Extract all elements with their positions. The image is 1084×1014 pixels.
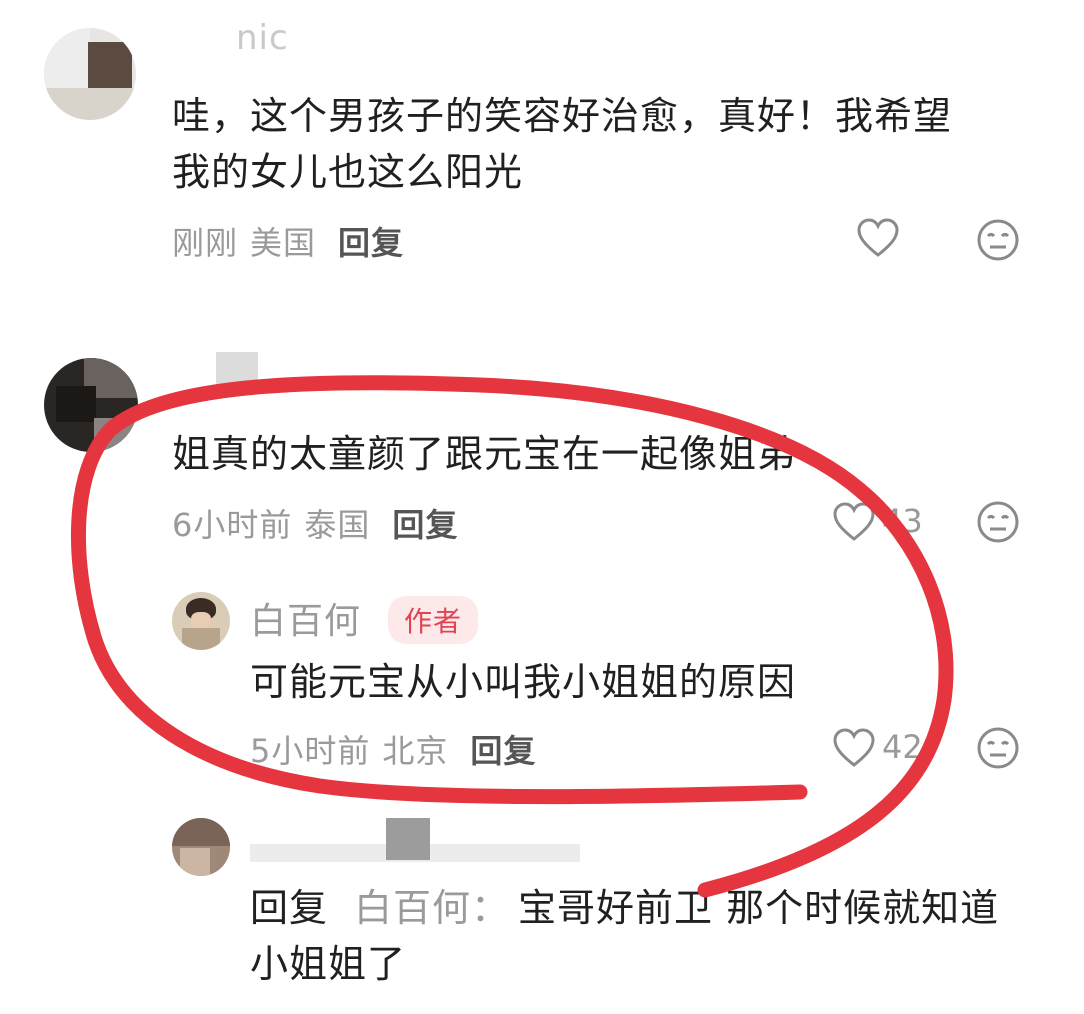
sub-reply-text: 回复 白百何： 宝哥好前卫 那个时候就知道 小姐姐了 [250, 880, 1050, 992]
username-mosaic [386, 818, 430, 860]
avatar[interactable] [172, 818, 230, 876]
reply-text: 可能元宝从小叫我小姐姐的原因 [250, 660, 797, 704]
reply-button[interactable]: 回复 [392, 506, 458, 544]
avatar[interactable] [44, 28, 136, 120]
comment-text: 姐真的太童颜了跟元宝在一起像姐弟 [172, 432, 797, 476]
comment-text-line: 小姐姐了 [250, 942, 407, 986]
comment-text-line: 我的女儿也这么阳光 [172, 150, 524, 194]
comment-meta: 6小时前 泰国 回复 [172, 500, 458, 546]
username[interactable]: nic [236, 18, 289, 58]
comment-text-line: 哇，这个男孩子的笑容好治愈，真好！我希望 [172, 94, 953, 138]
author-badge: 作者 [388, 596, 479, 644]
reply-target[interactable]: 白百何： [354, 886, 510, 930]
like-count: 42 [882, 728, 923, 766]
neutral-face-icon[interactable] [976, 500, 1020, 544]
avatar[interactable] [44, 358, 138, 452]
reply-meta: 5小时前 北京 回复 [250, 726, 536, 772]
author-name[interactable]: 白百何 [250, 592, 361, 644]
reply-prefix: 回复 [250, 886, 329, 930]
reply-button[interactable]: 回复 [470, 732, 536, 770]
heart-outline-icon[interactable] [856, 218, 900, 258]
location: 北京 [382, 732, 449, 770]
timestamp: 刚刚 [172, 224, 239, 262]
username-mosaic [216, 352, 258, 392]
neutral-face-icon[interactable] [976, 218, 1020, 262]
like-count: 43 [882, 502, 923, 540]
author-avatar[interactable] [172, 592, 230, 650]
location: 泰国 [304, 506, 371, 544]
reply-body: 宝哥好前卫 那个时候就知道 [518, 886, 1000, 930]
location: 美国 [250, 224, 317, 262]
comment-text-line: 回复 白百何： 宝哥好前卫 那个时候就知道 [250, 880, 1050, 936]
timestamp: 5小时前 [250, 732, 371, 770]
heart-outline-icon[interactable] [832, 502, 876, 542]
reply-button[interactable]: 回复 [338, 224, 404, 262]
timestamp: 6小时前 [172, 506, 293, 544]
neutral-face-icon[interactable] [976, 726, 1020, 770]
comment-text: 哇，这个男孩子的笑容好治愈，真好！我希望 我的女儿也这么阳光 [172, 88, 1042, 200]
heart-outline-icon[interactable] [832, 728, 876, 768]
comment-meta: 刚刚 美国 回复 [172, 218, 404, 264]
